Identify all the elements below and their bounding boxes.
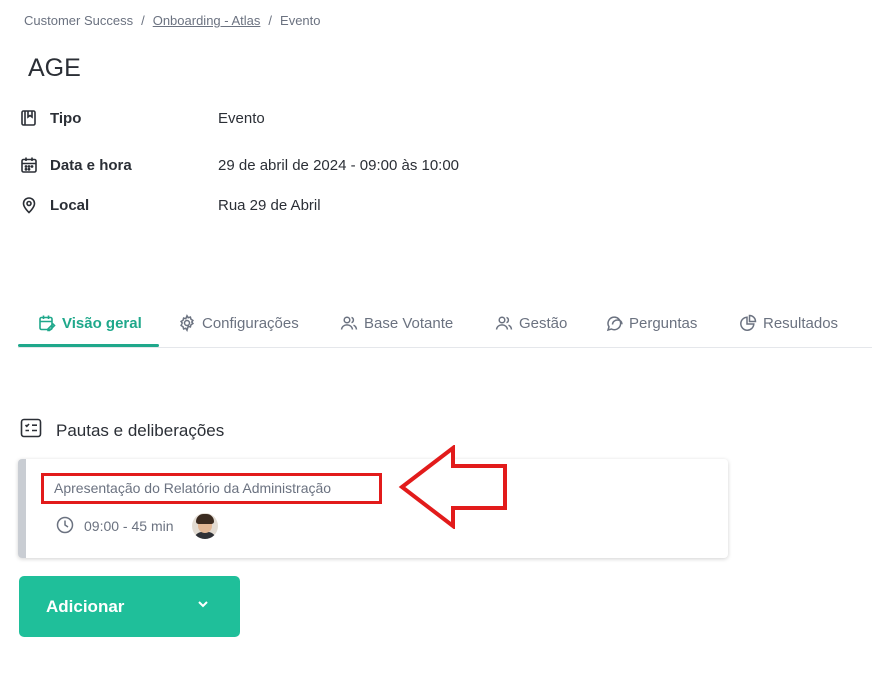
checklist-icon [20, 418, 42, 443]
tab-settings[interactable]: Configurações [178, 314, 299, 332]
calendar-edit-icon [38, 314, 56, 332]
add-button-label: Adicionar [46, 596, 125, 616]
tab-bar: Visão geral Configurações Base Votante G… [18, 300, 872, 348]
detail-row-location: Local Rua 29 de Abril [20, 193, 321, 217]
annotation-highlight-box [41, 473, 382, 504]
tab-label: Visão geral [62, 314, 142, 332]
chevron-down-icon [196, 597, 210, 616]
tab-label: Resultados [763, 314, 839, 332]
tab-results[interactable]: Resultados [739, 314, 838, 332]
tab-label: Perguntas [629, 314, 698, 332]
chat-bubbles-icon [605, 314, 623, 332]
tab-questions[interactable]: Perguntas [605, 314, 697, 332]
detail-value: Evento [218, 109, 265, 127]
tab-overview[interactable]: Visão geral [38, 314, 142, 332]
clock-icon [56, 516, 74, 537]
tab-label: Configurações [202, 314, 299, 332]
page-title: AGE [28, 54, 81, 82]
tab-voting-base[interactable]: Base Votante [340, 314, 453, 332]
calendar-icon [20, 156, 38, 174]
add-button[interactable]: Adicionar [19, 576, 240, 637]
tab-label: Gestão [519, 314, 568, 332]
section-title: Pautas e deliberações [56, 420, 225, 440]
users-icon [340, 314, 358, 332]
detail-value: 29 de abril de 2024 - 09:00 às 10:00 [218, 156, 460, 174]
section-header: Pautas e deliberações [20, 418, 224, 443]
tab-management[interactable]: Gestão [495, 314, 567, 332]
tab-label: Base Votante [364, 314, 454, 332]
users-icon [495, 314, 513, 332]
active-tab-indicator [18, 344, 159, 347]
breadcrumb-root[interactable]: Customer Success [24, 13, 133, 28]
location-pin-icon [20, 196, 38, 214]
presenter-avatar [191, 513, 218, 539]
breadcrumb: Customer Success / Onboarding - Atlas / … [24, 13, 321, 28]
detail-label: Data e hora [50, 156, 132, 174]
detail-row-datetime: Data e hora 29 de abril de 2024 - 09:00 … [20, 153, 459, 177]
detail-value: Rua 29 de Abril [218, 196, 321, 214]
breadcrumb-separator: / [268, 13, 273, 28]
book-icon [20, 109, 38, 127]
detail-row-type: Tipo Evento [20, 106, 265, 130]
breadcrumb-current: Evento [280, 13, 321, 28]
detail-label: Tipo [50, 109, 82, 127]
drag-handle[interactable] [18, 459, 26, 558]
agenda-item-meta: 09:00 - 45 min [56, 513, 218, 539]
pie-chart-icon [739, 314, 757, 332]
gear-icon [178, 314, 196, 332]
breadcrumb-parent-link[interactable]: Onboarding - Atlas [153, 13, 261, 28]
agenda-item-time: 09:00 - 45 min [84, 518, 174, 534]
breadcrumb-separator: / [141, 13, 145, 28]
annotation-arrow-icon [398, 445, 507, 529]
detail-label: Local [50, 196, 90, 214]
